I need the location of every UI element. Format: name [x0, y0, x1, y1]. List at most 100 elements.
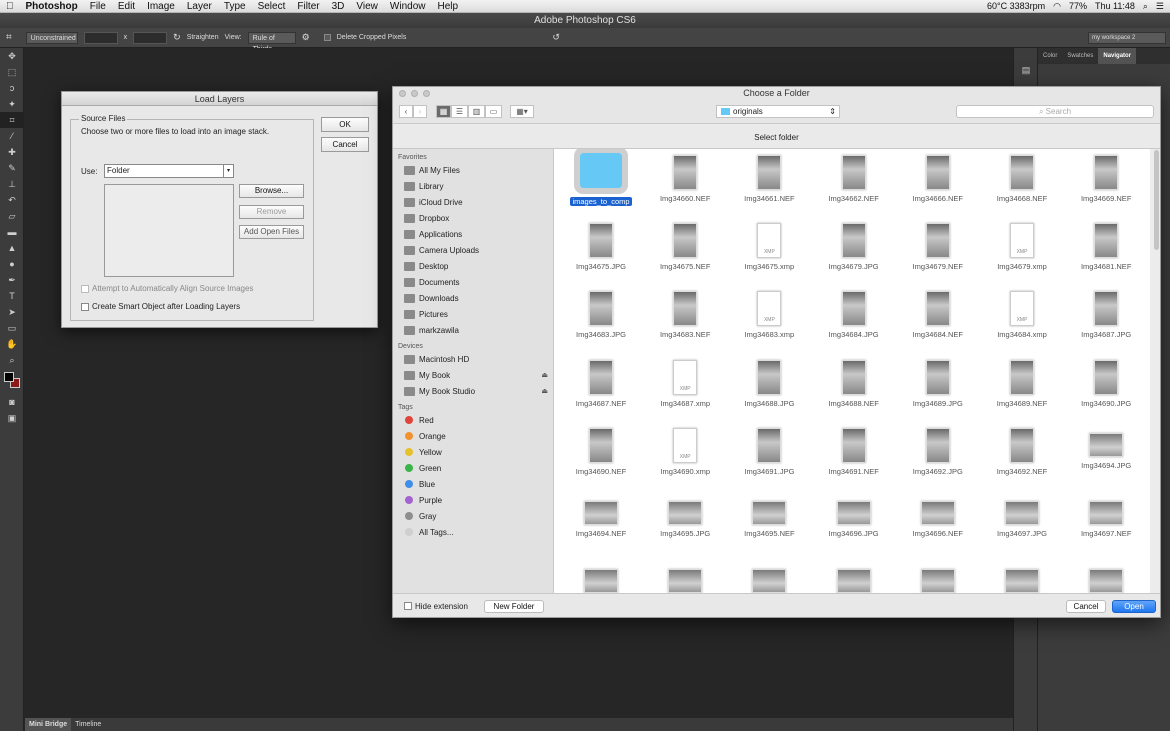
file-item[interactable]: Img34689.NEF: [980, 355, 1064, 423]
battery-status[interactable]: 77%: [1069, 1, 1087, 11]
cancel-button[interactable]: Cancel: [321, 137, 369, 152]
file-item[interactable]: Img34660.NEF: [643, 150, 727, 218]
file-item[interactable]: Img34675.xmp: [727, 218, 811, 286]
brush-tool-icon[interactable]: ✎: [0, 160, 24, 176]
eject-icon[interactable]: ⏏: [541, 387, 548, 395]
file-item[interactable]: Img34692.NEF: [980, 423, 1064, 491]
menu-3d[interactable]: 3D: [326, 0, 351, 13]
healing-brush-tool-icon[interactable]: ✚: [0, 144, 24, 160]
menu-type[interactable]: Type: [218, 0, 252, 13]
forward-button[interactable]: ›: [413, 105, 427, 118]
menu-filter[interactable]: Filter: [291, 0, 325, 13]
menu-select[interactable]: Select: [252, 0, 292, 13]
file-item[interactable]: Img34694.NEF: [559, 491, 643, 559]
file-item[interactable]: [980, 559, 1064, 593]
sidebar-tag-green[interactable]: Green: [393, 460, 553, 476]
quick-mask-icon[interactable]: ◙: [0, 394, 24, 410]
file-item[interactable]: Img34669.NEF: [1064, 150, 1148, 218]
ratio-select[interactable]: Unconstrained: [25, 31, 78, 44]
new-folder-button[interactable]: New Folder: [484, 600, 544, 613]
file-item[interactable]: Img34679.JPG: [812, 218, 896, 286]
sidebar-tag-blue[interactable]: Blue: [393, 476, 553, 492]
file-item[interactable]: Img34695.NEF: [727, 491, 811, 559]
magic-wand-tool-icon[interactable]: ✦: [0, 96, 24, 112]
tab-color[interactable]: Color: [1038, 48, 1062, 64]
file-item[interactable]: Img34690.NEF: [559, 423, 643, 491]
browse-button[interactable]: Browse...: [239, 184, 304, 198]
sidebar-item-dropbox[interactable]: Dropbox: [393, 210, 553, 226]
use-select[interactable]: Folder ▾: [104, 164, 234, 178]
file-item[interactable]: Img34691.NEF: [812, 423, 896, 491]
swap-icon[interactable]: ↻: [173, 32, 181, 43]
file-item[interactable]: Img34684.JPG: [812, 286, 896, 354]
temperature-status[interactable]: 60°C 3383rpm: [987, 1, 1045, 11]
arrange-menu-icon[interactable]: ▦▾: [510, 105, 534, 118]
close-button[interactable]: [399, 90, 406, 97]
path-selection-tool-icon[interactable]: ➤: [0, 304, 24, 320]
sidebar-item-markzawila[interactable]: markzawila: [393, 322, 553, 338]
file-item[interactable]: Img34684.NEF: [896, 286, 980, 354]
crop-tool-icon[interactable]: ⌗: [6, 32, 12, 43]
file-item[interactable]: Img34679.NEF: [896, 218, 980, 286]
gear-icon[interactable]: ⚙: [302, 32, 310, 43]
zoom-button[interactable]: [423, 90, 430, 97]
file-item[interactable]: Img34687.NEF: [559, 355, 643, 423]
marquee-tool-icon[interactable]: ⬚: [0, 64, 24, 80]
file-item[interactable]: Img34688.NEF: [812, 355, 896, 423]
move-tool-icon[interactable]: ✥: [0, 48, 24, 64]
menu-edit[interactable]: Edit: [112, 0, 141, 13]
coverflow-view-icon[interactable]: ▭: [485, 105, 502, 118]
lasso-tool-icon[interactable]: ↄ: [0, 80, 24, 96]
menu-file[interactable]: File: [84, 0, 112, 13]
file-item[interactable]: Img34661.NEF: [727, 150, 811, 218]
cancel-button[interactable]: Cancel: [1066, 600, 1106, 613]
blur-tool-icon[interactable]: ▲: [0, 240, 24, 256]
crop-tool-icon[interactable]: ⌗: [0, 112, 24, 128]
scrollbar[interactable]: [1154, 150, 1159, 250]
sidebar-item-camera-uploads[interactable]: Camera Uploads: [393, 242, 553, 258]
file-item[interactable]: Img34684.xmp: [980, 286, 1064, 354]
menu-image[interactable]: Image: [141, 0, 181, 13]
file-item[interactable]: [1064, 559, 1148, 593]
file-item[interactable]: [812, 559, 896, 593]
eraser-tool-icon[interactable]: ▱: [0, 208, 24, 224]
file-item[interactable]: Img34690.JPG: [1064, 355, 1148, 423]
eject-icon[interactable]: ⏏: [541, 371, 548, 379]
sidebar-tag-red[interactable]: Red: [393, 412, 553, 428]
file-item[interactable]: Img34675.NEF: [643, 218, 727, 286]
sidebar-item-downloads[interactable]: Downloads: [393, 290, 553, 306]
stamp-tool-icon[interactable]: ⊥: [0, 176, 24, 192]
file-item[interactable]: Img34691.JPG: [727, 423, 811, 491]
sidebar-item-applications[interactable]: Applications: [393, 226, 553, 242]
align-option[interactable]: Attempt to Automatically Align Source Im…: [81, 284, 253, 293]
file-item[interactable]: [559, 559, 643, 593]
file-item[interactable]: [727, 559, 811, 593]
view-select[interactable]: Rule of Thirds: [247, 31, 296, 53]
straighten-label[interactable]: Straighten: [187, 34, 219, 41]
file-item[interactable]: Img34694.JPG: [1064, 423, 1148, 491]
delete-cropped-checkbox[interactable]: [323, 34, 331, 41]
file-item[interactable]: Img34697.NEF: [1064, 491, 1148, 559]
notification-center-icon[interactable]: ☰: [1156, 1, 1164, 12]
sidebar-item-macintosh-hd[interactable]: Macintosh HD: [393, 351, 553, 367]
menu-layer[interactable]: Layer: [181, 0, 218, 13]
sidebar-item-icloud-drive[interactable]: iCloud Drive: [393, 194, 553, 210]
back-button[interactable]: ‹: [399, 105, 413, 118]
height-field[interactable]: [133, 31, 168, 44]
tab-swatches[interactable]: Swatches: [1062, 48, 1098, 64]
file-item[interactable]: Img34697.JPG: [980, 491, 1064, 559]
file-list[interactable]: [104, 184, 234, 277]
app-menu[interactable]: Photoshop: [20, 0, 84, 13]
dodge-tool-icon[interactable]: ●: [0, 256, 24, 272]
location-popup[interactable]: originals ⇕: [716, 105, 840, 118]
hide-extension-checkbox[interactable]: [404, 602, 412, 610]
sidebar-item-pictures[interactable]: Pictures: [393, 306, 553, 322]
sidebar-tag-purple[interactable]: Purple: [393, 492, 553, 508]
sidebar-tag-gray[interactable]: Gray: [393, 508, 553, 524]
column-view-icon[interactable]: ▥: [468, 105, 485, 118]
menu-view[interactable]: View: [350, 0, 384, 13]
reset-icon[interactable]: ↺: [552, 32, 560, 43]
menu-window[interactable]: Window: [384, 0, 432, 13]
smart-object-option[interactable]: Create Smart Object after Loading Layers: [81, 302, 240, 311]
file-item[interactable]: Img34692.JPG: [896, 423, 980, 491]
